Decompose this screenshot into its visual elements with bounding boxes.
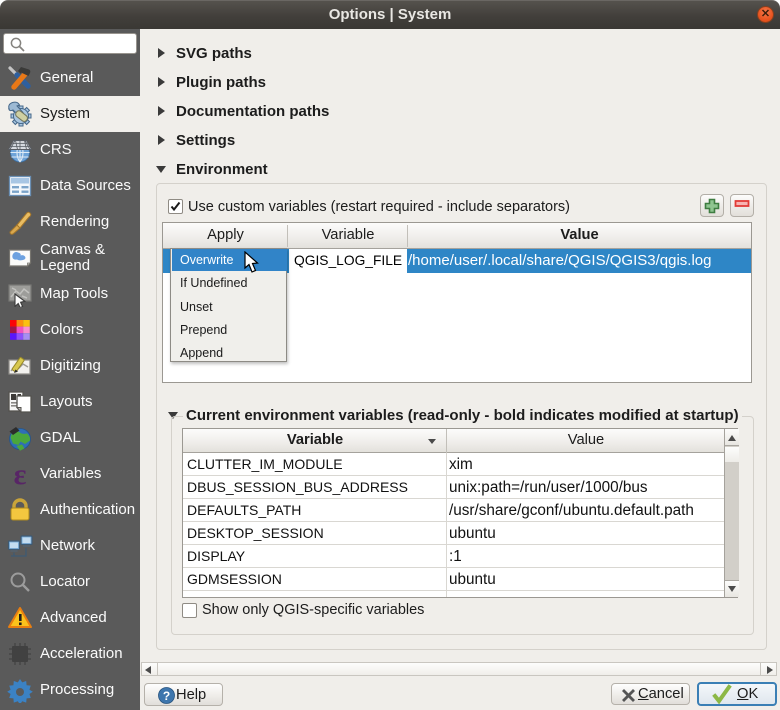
svg-text:ε: ε bbox=[14, 461, 27, 487]
svg-text:?: ? bbox=[163, 689, 170, 703]
